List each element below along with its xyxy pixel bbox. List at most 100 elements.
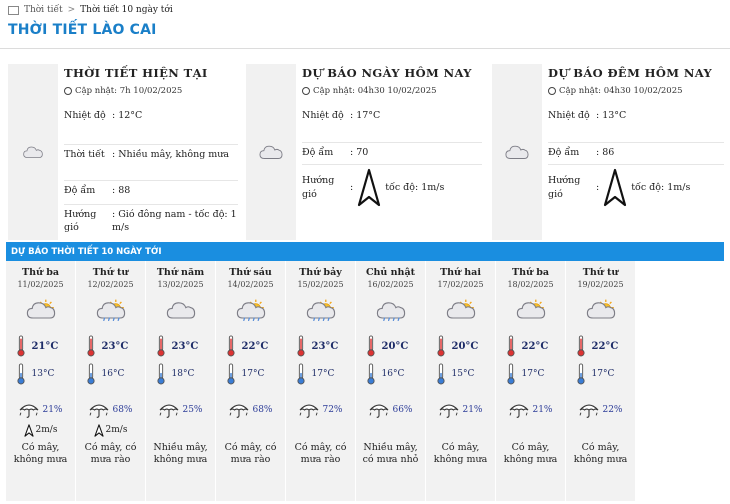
current-weather-table: Nhiệt độ : 12°C Thời tiết : Nhiều mây, k… xyxy=(64,106,238,238)
rain-chance-value: 25% xyxy=(182,405,203,415)
thermometer-high-icon xyxy=(576,335,586,357)
forecast-day[interactable]: Thứ năm 13/02/2025 23°C 18°C 25% Nhiều mây, kh… xyxy=(146,261,216,501)
low-temp: 13°C xyxy=(6,363,75,385)
cloud-icon xyxy=(22,144,44,160)
forecast-day[interactable]: Thứ tư 19/02/2025 22°C 17°C 22% Có mây, không … xyxy=(566,261,636,501)
wind-colon: : xyxy=(350,181,354,193)
low-temp-value: 17°C xyxy=(241,369,265,379)
updated-text: Cập nhật: 7h 10/02/2025 xyxy=(75,86,183,96)
panel-icon-area xyxy=(492,64,542,240)
wind-row: 2m/s xyxy=(6,423,75,437)
low-temp-value: 16°C xyxy=(101,369,125,379)
thermometer-low-icon xyxy=(436,363,446,385)
high-temp: 22°C xyxy=(216,335,285,357)
forecast-day[interactable]: Chủ nhật 16/02/2025 20°C 16°C 66% Nhiều mây, c… xyxy=(356,261,426,501)
table-row: Độ ẩm : 86 xyxy=(548,142,724,165)
cloud-rain-icon xyxy=(375,298,407,322)
thermometer-high-icon xyxy=(156,335,166,357)
wind-row xyxy=(496,423,565,437)
forecast-day[interactable]: Thứ ba 18/02/2025 22°C 17°C 21% Có mây, không … xyxy=(496,261,566,501)
low-temp-value: 15°C xyxy=(451,369,475,379)
day-date: 15/02/2025 xyxy=(297,280,344,289)
panel-title: DỰ BÁO ĐÊM HÔM NAY xyxy=(548,66,713,80)
description-line: Có mây, có xyxy=(84,442,137,453)
forecast-day[interactable]: Thứ bảy 15/02/2025 23°C 17°C 72% Có mây, có mư… xyxy=(286,261,356,501)
rain-chance-value: 21% xyxy=(462,405,483,415)
description-line: không mưa xyxy=(13,454,68,466)
low-temp-value: 17°C xyxy=(311,369,335,379)
umbrella-icon xyxy=(88,401,110,419)
forecast-day[interactable]: Thứ hai 17/02/2025 20°C 15°C 21% Có mây, không… xyxy=(426,261,496,501)
updated-text: Cập nhật: 04h30 10/02/2025 xyxy=(313,86,437,96)
breadcrumb: Thời tiết > Thời tiết 10 ngày tới xyxy=(8,3,173,17)
panel-icon-area xyxy=(8,64,58,240)
high-temp: 22°C xyxy=(496,335,565,357)
breadcrumb-current: Thời tiết 10 ngày tới xyxy=(80,5,173,15)
low-temp-value: 18°C xyxy=(171,369,195,379)
wind-cell: : tốc độ: 1m/s xyxy=(350,168,482,208)
wind-row xyxy=(566,423,635,437)
row-label: Hướng gió xyxy=(302,174,335,200)
wind-row xyxy=(426,423,495,437)
sun-cloud-icon xyxy=(25,298,57,322)
folder-icon xyxy=(8,5,19,15)
low-temp-value: 13°C xyxy=(31,369,55,379)
low-temp: 17°C xyxy=(496,363,565,385)
weather-icon-wrap xyxy=(216,291,285,329)
table-row: Hướng gió : tốc độ: 1m/s xyxy=(302,164,482,211)
low-temp: 17°C xyxy=(566,363,635,385)
panel-title: DỰ BÁO NGÀY HÔM NAY xyxy=(302,66,472,80)
forecast-header: DỰ BÁO THỜI TIẾT 10 NGÀY TỚI xyxy=(6,242,724,261)
row-value: : tốc độ: 1m/s xyxy=(594,164,724,211)
breadcrumb-home-link[interactable]: Thời tiết xyxy=(24,5,63,15)
day-date: 18/02/2025 xyxy=(507,280,554,289)
high-temp-value: 23°C xyxy=(311,340,339,352)
row-value: : Gió đông nam - tốc độ: 1 m/s xyxy=(112,208,237,234)
description-line: Có mây, xyxy=(21,442,60,453)
thermometer-low-icon xyxy=(506,363,516,385)
high-temp: 23°C xyxy=(76,335,145,357)
breadcrumb-separator: > xyxy=(67,5,76,15)
description-line: Có mây, xyxy=(441,442,480,453)
rain-chance: 68% xyxy=(76,401,145,419)
high-temp-value: 21°C xyxy=(31,340,59,352)
day-date: 14/02/2025 xyxy=(227,280,274,289)
wind-speed: 2m/s xyxy=(35,425,58,435)
low-temp: 16°C xyxy=(356,363,425,385)
wind-direction-arrow-icon xyxy=(603,168,627,208)
wind-cell: : tốc độ: 1m/s xyxy=(596,168,724,208)
thermometer-low-icon xyxy=(226,363,236,385)
row-label: Nhiệt độ xyxy=(548,106,594,143)
current-weather-panel: THỜI TIẾT HIỆN TẠI Cập nhật: 7h 10/02/20… xyxy=(8,64,238,240)
thermometer-high-icon xyxy=(436,335,446,357)
wind-direction-arrow-icon xyxy=(94,424,104,437)
forecast-day[interactable]: Thứ ba 11/02/2025 21°C 13°C 21% 2m/s Có mây, kh… xyxy=(6,261,76,501)
thermometer-high-icon xyxy=(86,335,96,357)
cloud-icon xyxy=(165,298,197,322)
weather-icon-wrap xyxy=(286,291,355,329)
row-value: : 12°C xyxy=(110,106,238,145)
clock-icon xyxy=(64,87,72,95)
rain-chance-value: 21% xyxy=(532,405,553,415)
updated-text: Cập nhật: 04h30 10/02/2025 xyxy=(559,86,683,96)
description-line: không mưa xyxy=(573,454,628,466)
high-temp: 20°C xyxy=(356,335,425,357)
low-temp: 17°C xyxy=(216,363,285,385)
weather-description: Có mây, có mưa rào xyxy=(286,442,355,467)
forecast-day[interactable]: Thứ sáu 14/02/2025 22°C 17°C 68% Có mây, có mư… xyxy=(216,261,286,501)
description-line: Nhiều mây, xyxy=(153,442,208,453)
umbrella-icon xyxy=(158,401,180,419)
forecast-day[interactable]: Thứ tư 12/02/2025 23°C 16°C 68% 2m/s Có mây, c… xyxy=(76,261,146,501)
description-line: Có mây, xyxy=(511,442,550,453)
umbrella-icon xyxy=(508,401,530,419)
high-temp-value: 22°C xyxy=(521,340,549,352)
rain-chance: 72% xyxy=(286,401,355,419)
table-row: Nhiệt độ : 13°C xyxy=(548,106,724,143)
high-temp: 23°C xyxy=(146,335,215,357)
rain-chance: 68% xyxy=(216,401,285,419)
row-value: : Nhiều mây, không mưa xyxy=(110,144,238,181)
panel-title: THỜI TIẾT HIỆN TẠI xyxy=(64,66,208,80)
rain-chance-value: 21% xyxy=(42,405,63,415)
row-value: : tốc độ: 1m/s xyxy=(348,164,482,211)
thermometer-high-icon xyxy=(16,335,26,357)
